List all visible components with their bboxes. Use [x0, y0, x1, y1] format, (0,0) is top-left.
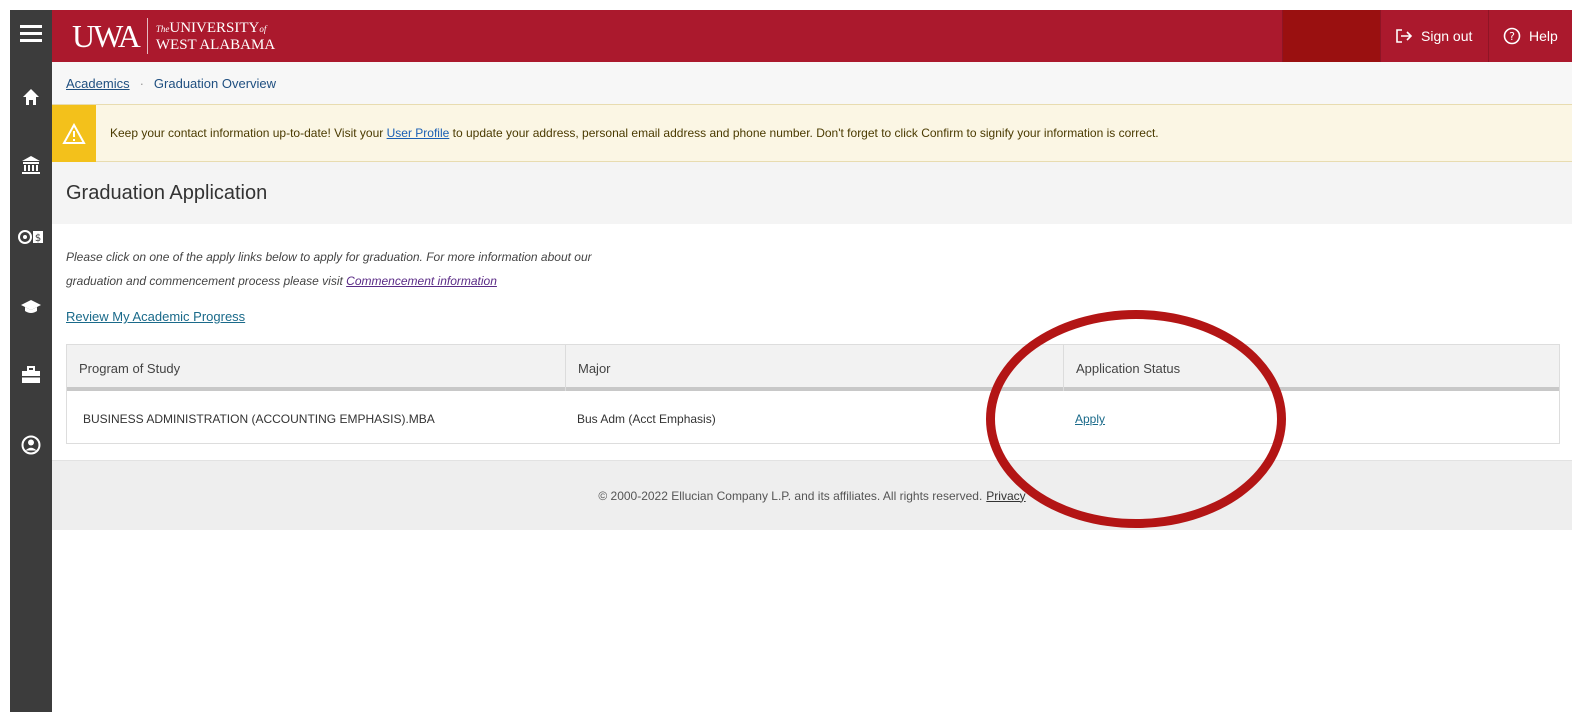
alert-text-after: to update your address, personal email a… [452, 126, 1159, 140]
copyright-text: © 2000-2022 Ellucian Company L.P. and it… [598, 488, 983, 503]
graduation-cap-icon[interactable] [10, 292, 52, 322]
person-icon[interactable] [10, 430, 52, 460]
logo-text: TheUNIVERSITYof WEST ALABAMA [148, 20, 275, 53]
page-title: Graduation Application [52, 162, 1572, 224]
header-major: Major [565, 345, 1063, 391]
logo-of: of [259, 23, 267, 34]
help-icon: ? [1503, 27, 1521, 45]
cell-program: BUSINESS ADMINISTRATION (ACCOUNTING EMPH… [83, 412, 435, 426]
warning-icon [52, 105, 96, 162]
logo-the: The [155, 23, 170, 34]
contact-info-alert: Keep your contact information up-to-date… [52, 104, 1572, 162]
logo-university: UNIVERSITY [169, 19, 260, 36]
svg-text:?: ? [1509, 30, 1515, 43]
graduation-table: Program of Study Major Application Statu… [66, 344, 1560, 444]
logo-west-alabama: WEST ALABAMA [155, 36, 276, 53]
intro-line1: Please click on one of the apply links b… [66, 250, 592, 264]
highlight-circle-annotation [986, 310, 1286, 528]
sidebar: $ [10, 10, 52, 712]
breadcrumb-separator: · [139, 75, 144, 91]
sign-out-label: Sign out [1421, 28, 1473, 44]
help-label: Help [1529, 28, 1558, 44]
menu-icon[interactable] [10, 18, 52, 48]
sign-out-button[interactable]: Sign out [1380, 10, 1488, 62]
header-program-of-study: Program of Study [79, 360, 181, 376]
logo-mark: UWA [72, 18, 148, 54]
bank-icon[interactable] [10, 150, 52, 180]
home-icon[interactable] [10, 82, 52, 112]
breadcrumb-current: Graduation Overview [153, 75, 277, 91]
breadcrumb-academics[interactable]: Academics [66, 76, 130, 91]
privacy-link[interactable]: Privacy [986, 489, 1025, 503]
briefcase-icon[interactable] [10, 360, 52, 390]
intro-line2-wrap: graduation and commencement process plea… [66, 269, 626, 293]
review-academic-progress-link[interactable]: Review My Academic Progress [66, 309, 245, 324]
cell-major: Bus Adm (Acct Emphasis) [577, 412, 716, 426]
header-dark-block [1282, 10, 1380, 62]
table-header: Program of Study Major Application Statu… [67, 345, 1559, 391]
alert-message: Keep your contact information up-to-date… [110, 126, 1159, 140]
footer: © 2000-2022 Ellucian Company L.P. and it… [52, 460, 1572, 530]
alert-text-before: Keep your contact information up-to-date… [110, 126, 384, 140]
university-logo[interactable]: UWA TheUNIVERSITYof WEST ALABAMA [72, 16, 275, 56]
finance-icon[interactable]: $ [10, 222, 52, 252]
sign-out-icon [1396, 29, 1413, 43]
svg-text:$: $ [35, 233, 41, 244]
intro-text: Please click on one of the apply links b… [66, 245, 626, 293]
commencement-info-link[interactable]: Commencement information [346, 274, 497, 288]
intro-line2: graduation and commencement process plea… [66, 274, 343, 288]
help-button[interactable]: ? Help [1488, 10, 1572, 62]
breadcrumb: Academics · Graduation Overview [52, 62, 1572, 104]
user-profile-link[interactable]: User Profile [387, 126, 450, 140]
header-bar: UWA TheUNIVERSITYof WEST ALABAMA Sign ou… [52, 10, 1572, 62]
table-row: BUSINESS ADMINISTRATION (ACCOUNTING EMPH… [67, 395, 1559, 443]
